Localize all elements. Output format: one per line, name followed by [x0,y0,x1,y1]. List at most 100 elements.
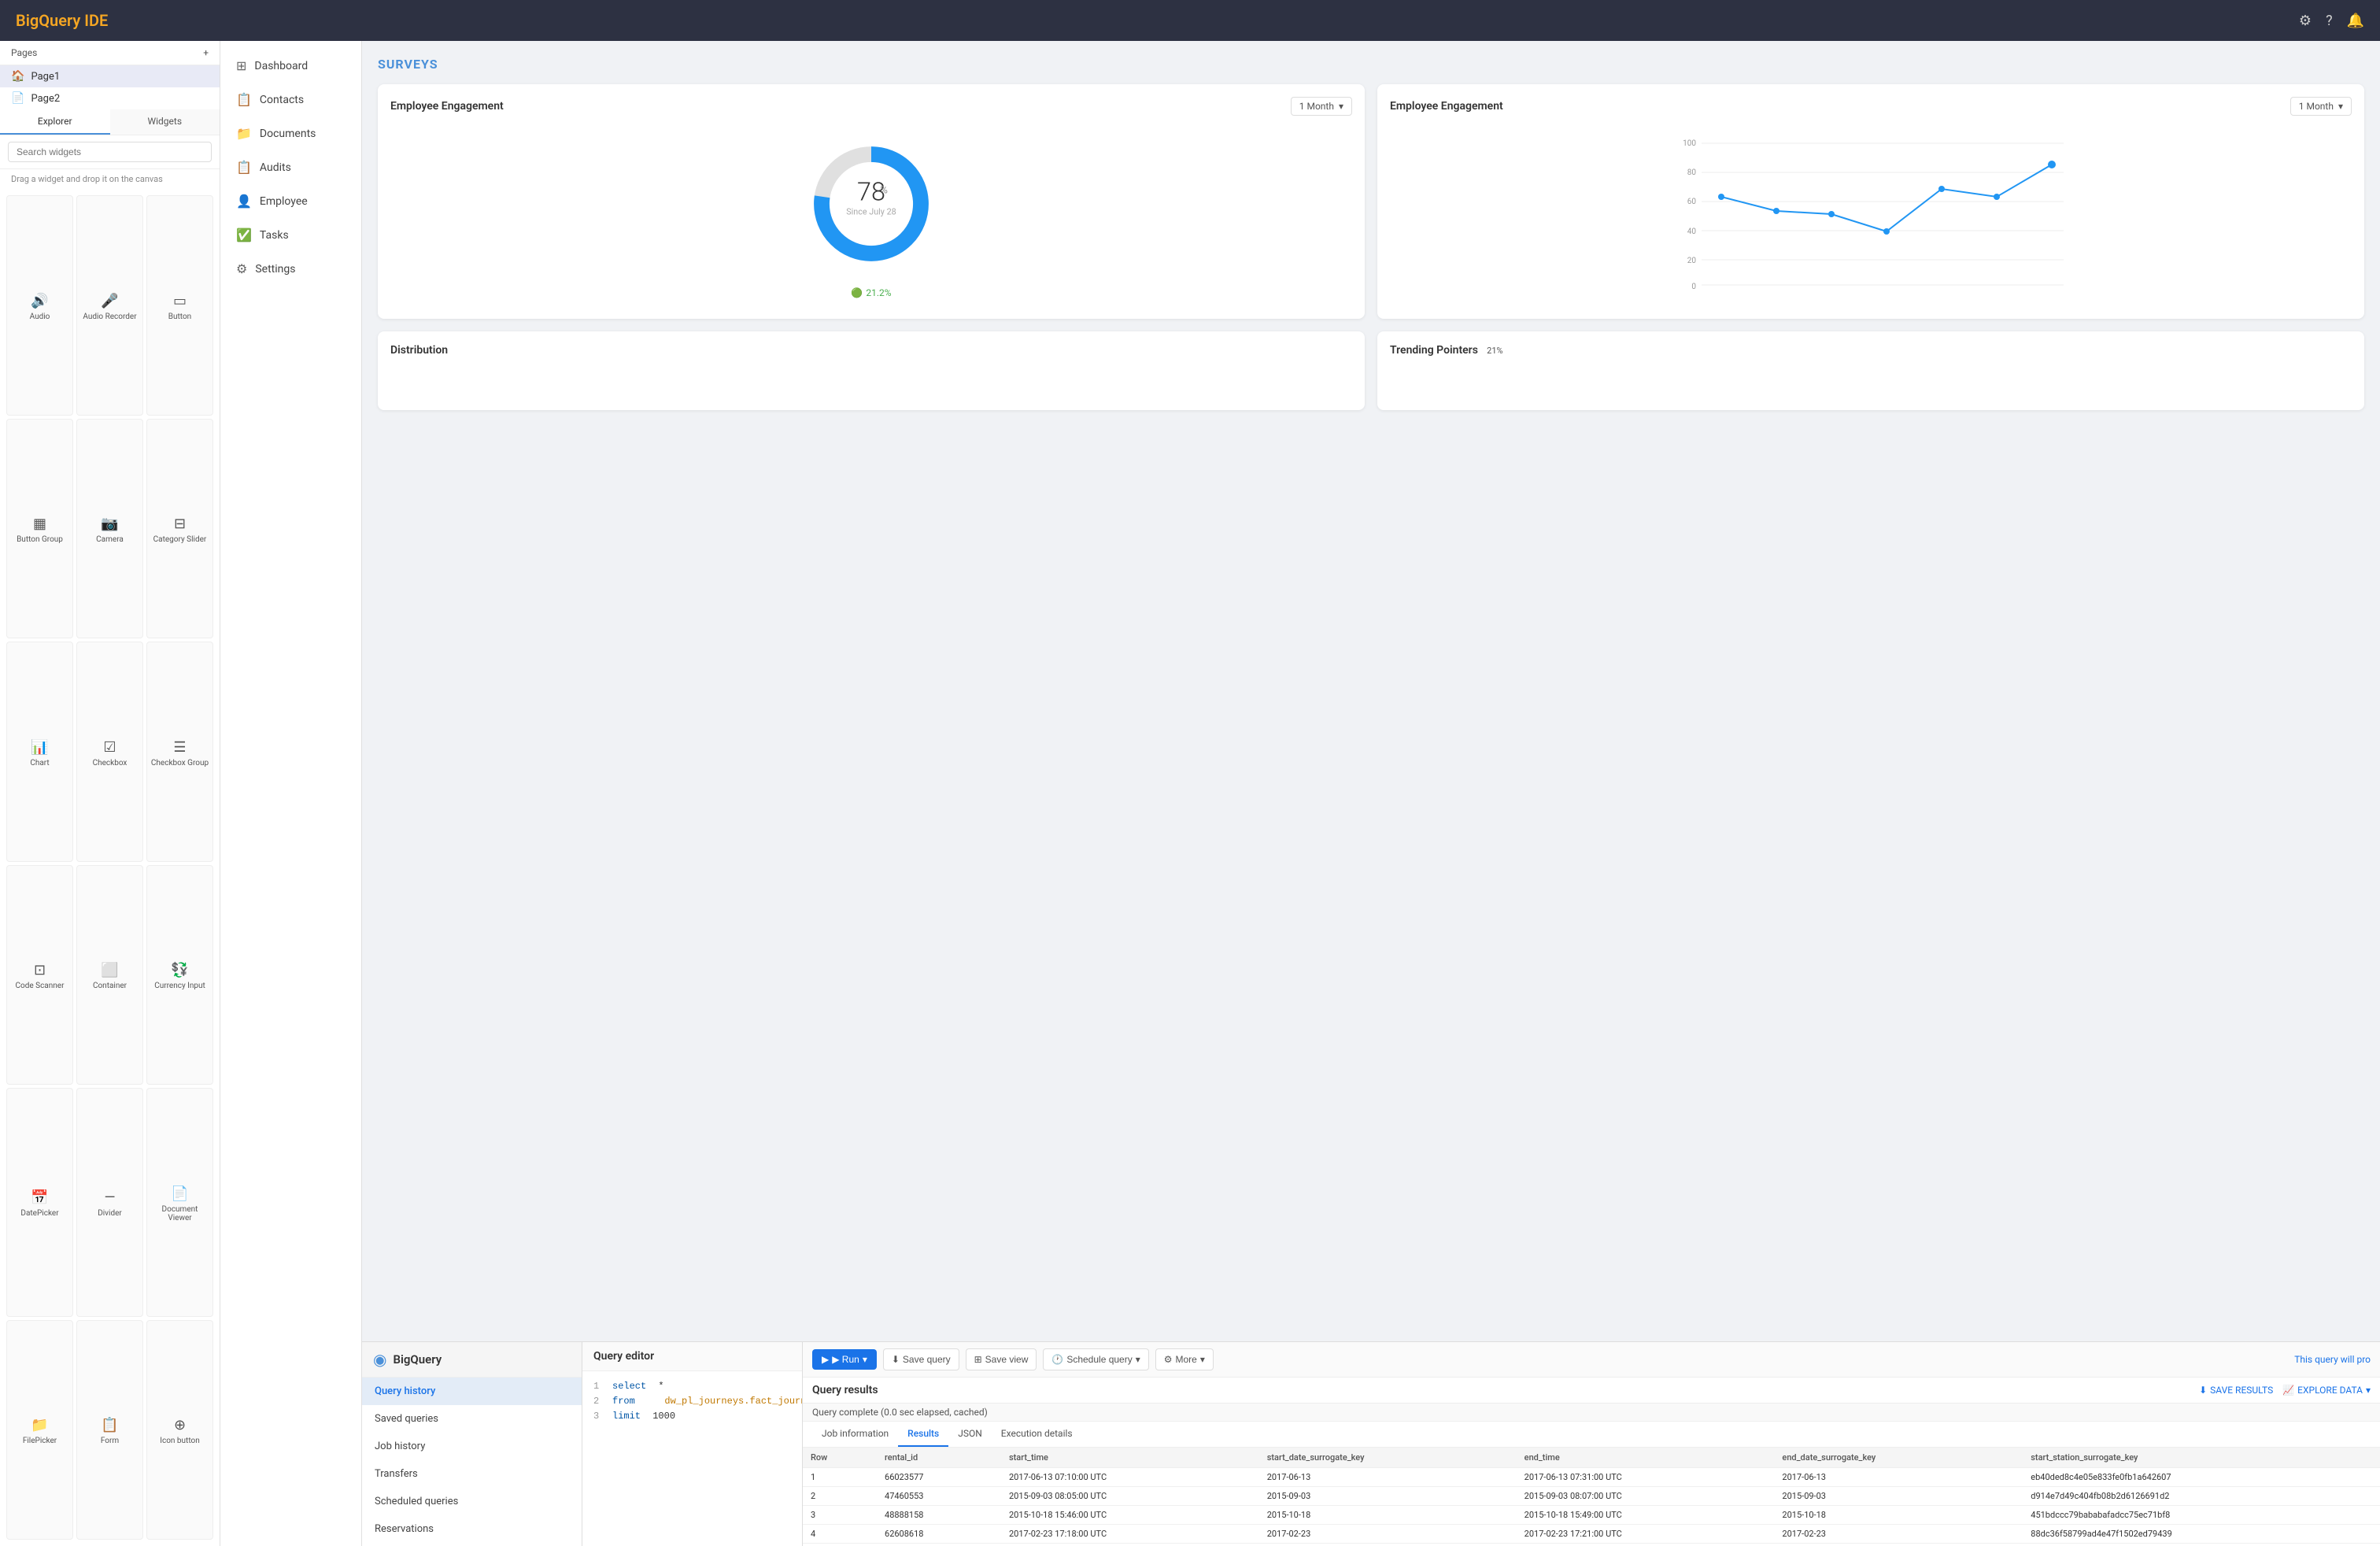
surveys-title: SURVEYS [378,57,2364,72]
widget-button-group[interactable]: ▦Button Group [6,419,73,639]
widget-code-scanner[interactable]: ⊡Code Scanner [6,865,73,1086]
more-chevron-icon: ▾ [1200,1354,1205,1365]
left-sidebar: Pages + 🏠 Page1 📄 Page2 Explorer Widgets… [0,41,220,1546]
widget-currency-input[interactable]: 💱Currency Input [146,865,213,1086]
table-row: 3 48888158 2015-10-18 15:46:00 UTC 2015-… [803,1506,2380,1525]
cell-row: 2 [803,1487,877,1506]
donut-month-select[interactable]: 1 Month ▾ [1291,97,1352,116]
query-editor-code[interactable]: 1 select * 2 from dw_pl_journeys.fact_jo… [582,1371,802,1546]
widget-checkbox[interactable]: ☑Checkbox [76,642,143,862]
cell-rental-id: 60646706 [877,1544,1001,1546]
trending-badge: 21% [1487,346,1502,356]
settings-icon[interactable]: ⚙ [2299,13,2312,29]
widget-document-viewer[interactable]: 📄Document Viewer [146,1088,213,1317]
qr-header: Query results ⬇ SAVE RESULTS 📈 EXPLORE D… [803,1378,2380,1404]
search-input[interactable] [8,142,212,162]
clock-icon: 🕐 [1051,1354,1063,1365]
widget-container[interactable]: ⬜Container [76,865,143,1086]
svg-text:%: % [881,185,888,197]
line-card-header: Employee Engagement 1 Month ▾ [1390,97,2352,116]
widget-button[interactable]: ▭Button [146,195,213,416]
widget-divider[interactable]: —Divider [76,1088,143,1317]
svg-text:100: 100 [1683,139,1696,148]
add-page-icon[interactable]: + [203,47,209,58]
tab-explorer[interactable]: Explorer [0,109,110,135]
line-month-select[interactable]: 1 Month ▾ [2290,97,2352,116]
widget-audio[interactable]: 🔊Audio [6,195,73,416]
nav-audits[interactable]: 📋 Audits [220,150,361,184]
container-icon: ⬜ [101,962,118,978]
cell-start-time: 2017-06-13 07:10:00 UTC [1001,1468,1259,1487]
col-end-date-surrogate: end_date_surrogate_key [1774,1448,2023,1468]
explore-data-button[interactable]: 📈 EXPLORE DATA ▾ [2282,1385,2371,1396]
bq-nav-transfers[interactable]: Transfers [362,1460,582,1488]
settings-nav-icon: ⚙ [236,261,247,276]
schedule-query-button[interactable]: 🕐 Schedule query ▾ [1043,1348,1148,1370]
cell-end-date: 2017-02-23 [1774,1525,2023,1544]
table-row: 4 62608618 2017-02-23 17:18:00 UTC 2017-… [803,1525,2380,1544]
bq-nav-job-history[interactable]: Job history [362,1433,582,1460]
icon-button-icon: ⊕ [174,1417,186,1433]
nav-settings[interactable]: ⚙ Settings [220,252,361,286]
download-icon: ⬇ [892,1354,900,1365]
employee-engagement-line-card: Employee Engagement 1 Month ▾ 100 80 60 [1377,84,2364,319]
svg-text:20: 20 [1687,257,1697,265]
save-view-button[interactable]: ⊞ Save view [966,1348,1037,1370]
notification-icon[interactable]: 🔔 [2347,13,2364,29]
cell-end-time: 2016-11-28 21:34:00 UTC [1517,1544,1775,1546]
nav-employee[interactable]: 👤 Employee [220,184,361,218]
widget-chart[interactable]: 📊Chart [6,642,73,862]
tab-json[interactable]: JSON [948,1422,992,1447]
widget-checkbox-group[interactable]: ☰Checkbox Group [146,642,213,862]
checkbox-icon: ☑ [103,739,116,756]
bq-nav-query-history[interactable]: Query history [362,1378,582,1405]
main-layout: Pages + 🏠 Page1 📄 Page2 Explorer Widgets… [0,41,2380,1546]
table-row: 1 66023577 2017-06-13 07:10:00 UTC 2017-… [803,1468,2380,1487]
widget-datepicker[interactable]: 📅DatePicker [6,1088,73,1317]
form-icon: 📋 [101,1417,118,1433]
bq-nav-bi-engine[interactable]: BI Engine [362,1543,582,1546]
cell-start-time: 2016-11-28 21:30:00 UTC [1001,1544,1259,1546]
widget-category-slider[interactable]: ⊟Category Slider [146,419,213,639]
trending-up-icon: 🟢 [851,287,863,298]
widget-icon-button[interactable]: ⊕Icon button [146,1320,213,1540]
page-item-page1[interactable]: 🏠 Page1 [0,65,220,87]
tab-execution-details[interactable]: Execution details [992,1422,1082,1447]
cell-start-time: 2015-09-03 08:05:00 UTC [1001,1487,1259,1506]
widget-camera[interactable]: 📷Camera [76,419,143,639]
code-scanner-icon: ⊡ [34,962,46,978]
page2-label: Page2 [31,93,60,105]
more-button[interactable]: ⚙ More ▾ [1155,1348,1214,1370]
bigquery-sidebar: ◉ BigQuery Query history Saved queries J… [362,1341,582,1546]
widget-audio-recorder[interactable]: 🎤Audio Recorder [76,195,143,416]
widget-filepicker[interactable]: 📁FilePicker [6,1320,73,1540]
cell-start-station: eb40ded8c4e05e833fe0fb1a642607 [2023,1468,2380,1487]
save-results-button[interactable]: ⬇ SAVE RESULTS [2199,1385,2273,1396]
top-header: BigQuery IDE ⚙ ? 🔔 [0,0,2380,41]
bq-nav-reservations[interactable]: Reservations [362,1515,582,1543]
run-button[interactable]: ▶ ▶ Run ▾ [812,1349,877,1370]
tab-widgets[interactable]: Widgets [110,109,220,135]
surveys-section: SURVEYS Employee Engagement 1 Month ▾ [362,41,2380,1546]
cell-start-time: 2015-10-18 15:46:00 UTC [1001,1506,1259,1525]
widget-form[interactable]: 📋Form [76,1320,143,1540]
pages-label: Pages [11,47,37,58]
tab-results[interactable]: Results [898,1422,948,1447]
bq-nav-saved-queries[interactable]: Saved queries [362,1405,582,1433]
nav-documents[interactable]: 📁 Documents [220,117,361,150]
nav-dashboard[interactable]: ⊞ Dashboard [220,49,361,83]
col-start-time: start_time [1001,1448,1259,1468]
bq-nav-scheduled-queries[interactable]: Scheduled queries [362,1488,582,1515]
tab-job-information[interactable]: Job information [812,1422,898,1447]
col-row: Row [803,1448,877,1468]
audits-icon: 📋 [236,160,252,175]
page-item-page2[interactable]: 📄 Page2 [0,87,220,109]
nav-contacts[interactable]: 📋 Contacts [220,83,361,117]
nav-tasks[interactable]: ✅ Tasks [220,218,361,252]
help-icon[interactable]: ? [2326,13,2333,29]
charts-row: Employee Engagement 1 Month ▾ 78 % Sinc [378,84,2364,319]
cell-end-time: 2017-06-13 07:31:00 UTC [1517,1468,1775,1487]
cell-start-station: 451bdccc79bababafadcc75ec71bf8 [2023,1506,2380,1525]
center-nav: ⊞ Dashboard 📋 Contacts 📁 Documents 📋 Aud… [220,41,362,1546]
save-query-button[interactable]: ⬇ Save query [883,1348,959,1370]
